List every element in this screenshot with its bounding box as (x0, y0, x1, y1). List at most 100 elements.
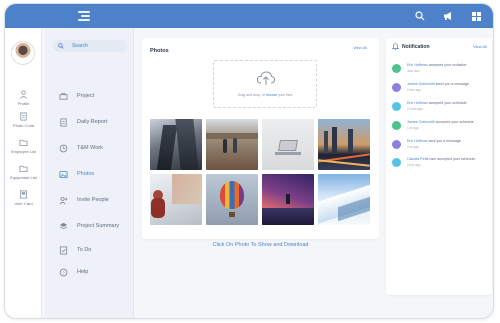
notification-item[interactable]: Eric Hoffman accepted your invitation Ju… (392, 63, 488, 79)
menu-label: Photos (77, 171, 95, 177)
photos-caption: Click On Photo To Show and Download (212, 242, 309, 248)
notification-time: 2 min ago (407, 88, 421, 92)
layers-icon (59, 222, 68, 231)
photos-view-all-link[interactable]: View All (353, 45, 367, 50)
image-icon (59, 170, 68, 179)
rail-item-photo-code[interactable]: Photo Code (5, 112, 42, 128)
notification-text: accepted your invitation (427, 63, 467, 67)
notification-item[interactable]: James Goldsmith send you a message 2 min… (392, 82, 488, 98)
notification-user[interactable]: James Goldsmith (407, 82, 435, 86)
photo-thumbnail[interactable] (262, 174, 314, 225)
rail-item-employee-list[interactable]: Employee List (5, 138, 42, 154)
notification-item[interactable]: Eric Hoffman sent you a message 2 hr ago (392, 139, 488, 155)
folder-icon (19, 165, 28, 173)
photo-thumbnail[interactable] (150, 174, 202, 225)
menu-item-tm-work[interactable]: T&M Work (59, 142, 103, 154)
rail-item-equipment-list[interactable]: Equipment List (5, 164, 42, 180)
menu-item-daily-report[interactable]: Daily Report (59, 116, 107, 128)
folder-icon (19, 139, 28, 147)
menu-item-help[interactable]: ? Help (59, 266, 88, 278)
notification-text: accepted your schedule (434, 120, 474, 124)
notifications-view-all-link[interactable]: View All (473, 44, 487, 49)
notification-text: send you a message (434, 82, 469, 86)
menu-label: Daily Report (77, 119, 108, 125)
checklist-icon (59, 245, 68, 255)
notification-text: sent you a message (427, 139, 461, 143)
rail-label: Employee List (10, 149, 37, 154)
notification-user[interactable]: Eric Hoffman (407, 101, 428, 105)
menu-item-photos[interactable]: Photos (59, 168, 94, 180)
menu-label: Invite People (77, 197, 109, 203)
notification-user[interactable]: Claudia Pettit (407, 157, 428, 161)
notification-text: user accepted your schedule (428, 157, 476, 161)
notification-status-icon (392, 83, 401, 92)
notification-status-icon (392, 140, 401, 149)
rail-label: Photo Code (12, 123, 35, 128)
browse-link[interactable]: browse (266, 93, 277, 97)
dropzone-text: Drag and drop, or browse your files (214, 93, 316, 97)
notification-text: accepted your schedule (427, 101, 467, 105)
grid-apps-icon[interactable] (469, 9, 483, 23)
menu-label: Project (77, 93, 95, 99)
avatar[interactable] (11, 41, 35, 65)
photo-thumbnail[interactable] (206, 174, 258, 225)
photos-card: Photos View All Drag and drop, or browse… (142, 38, 379, 239)
notification-status-icon (392, 64, 401, 73)
app-window: Profile Photo Code Employee List Equipme… (4, 3, 494, 319)
photo-grid (150, 119, 370, 225)
notification-user[interactable]: Eric Hoffman (407, 139, 428, 143)
upload-cloud-icon (256, 71, 276, 85)
menu-label: Help (77, 269, 89, 275)
megaphone-icon[interactable] (441, 9, 455, 23)
rail-label: User Card (14, 201, 33, 206)
photos-title: Photos (150, 48, 169, 54)
photo-thumbnail[interactable] (150, 119, 202, 170)
photo-thumbnail[interactable] (318, 174, 370, 225)
card-icon (19, 190, 28, 199)
notification-item[interactable]: Eric Hoffman accepted your schedule 12 m… (392, 101, 488, 117)
notification-user[interactable]: Eric Hoffman (407, 63, 428, 67)
menu-label: To Do (77, 247, 92, 253)
notifications-card: Notification View All Eric Hoffman accep… (386, 38, 492, 295)
search-input[interactable]: Search (53, 40, 127, 52)
help-icon: ? (59, 268, 68, 277)
project-icon (59, 92, 68, 101)
notification-status-icon (392, 121, 401, 130)
notification-user[interactable]: James Goldsmith (407, 120, 435, 124)
notification-time: Just now (407, 69, 420, 73)
upload-dropzone[interactable]: Drag and drop, or browse your files (213, 60, 317, 108)
notification-item[interactable]: James Goldsmith accepted your schedule 1… (392, 120, 488, 136)
user-icon (20, 90, 27, 99)
rail-item-user-card[interactable]: User Card (5, 190, 42, 206)
photo-thumbnail[interactable] (262, 119, 314, 170)
clock-icon (59, 144, 68, 153)
document-icon (20, 112, 27, 121)
notification-status-icon (392, 158, 401, 167)
notification-time: 1 hr ago (407, 126, 419, 130)
menu-label: Project Summary (77, 223, 120, 229)
icon-rail: Profile Photo Code Employee List Equipme… (5, 28, 42, 318)
menu-item-invite-people[interactable]: Invite People (59, 194, 109, 206)
side-menu: Search Project Daily Report T&M Work Pho… (45, 28, 134, 318)
menu-item-to-do[interactable]: To Do (59, 244, 91, 256)
search-icon[interactable] (413, 9, 427, 23)
notification-item[interactable]: Claudia Pettit user accepted your schedu… (392, 157, 488, 173)
add-user-icon (59, 196, 68, 205)
menu-item-project[interactable]: Project (59, 90, 94, 102)
menu-label: T&M Work (77, 145, 103, 151)
search-icon (58, 43, 64, 49)
rail-item-profile[interactable]: Profile (5, 90, 42, 106)
rail-label: Equipment List (10, 175, 37, 180)
rail-label: Profile (17, 101, 30, 106)
bell-icon (392, 43, 399, 50)
svg-text:?: ? (62, 270, 65, 275)
report-icon (59, 117, 68, 127)
dropzone-suffix: your files (278, 93, 293, 97)
top-bar (5, 4, 493, 28)
hamburger-menu-icon[interactable] (78, 11, 90, 21)
notification-time: 2 hr ago (407, 145, 419, 149)
photo-thumbnail[interactable] (206, 119, 258, 170)
notification-time: 10 hr ago (407, 163, 421, 167)
menu-item-project-summary[interactable]: Project Summary (59, 220, 119, 232)
photo-thumbnail[interactable] (318, 119, 370, 170)
